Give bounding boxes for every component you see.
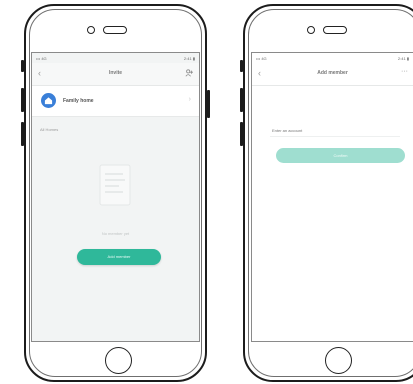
front-camera: [307, 26, 315, 34]
home-button: [105, 347, 132, 374]
chevron-right-icon: ›: [188, 96, 191, 103]
empty-document-icon: [99, 164, 131, 206]
page-title: Add member: [317, 70, 348, 76]
mute-switch: [21, 60, 24, 72]
canvas: ••• 4G 2:41 ▮ ‹ Invite Family home › All…: [0, 0, 413, 384]
nav-bar: ‹ Invite: [32, 63, 199, 86]
account-input[interactable]: [270, 125, 400, 137]
status-bar: ••• 4G 2:41 ▮: [252, 53, 413, 63]
add-member-button[interactable]: Add member: [77, 249, 161, 265]
carrier-signal: ••• 4G: [256, 56, 267, 61]
more-icon[interactable]: ···: [401, 68, 408, 75]
home-button: [325, 347, 352, 374]
battery-indicator: 2:41 ▮: [397, 56, 409, 61]
earpiece-speaker: [103, 26, 127, 34]
volume-up-button: [21, 88, 24, 112]
section-label: All Homes: [40, 127, 59, 132]
mute-switch: [240, 60, 243, 72]
screen-add-member: ••• 4G 2:41 ▮ ‹ Add member ··· Confirm: [251, 52, 413, 342]
home-icon: [44, 97, 53, 105]
home-list-item[interactable]: Family home ›: [32, 86, 199, 117]
power-button: [207, 90, 210, 118]
page-title: Invite: [108, 70, 123, 76]
screen-members: ••• 4G 2:41 ▮ ‹ Invite Family home › All…: [31, 52, 200, 342]
volume-down-button: [240, 122, 243, 146]
avatar: [41, 93, 56, 108]
front-camera: [87, 26, 95, 34]
battery-indicator: 2:41 ▮: [183, 56, 195, 61]
carrier-signal: ••• 4G: [36, 56, 47, 61]
nav-bar: ‹ Add member ···: [252, 63, 413, 86]
empty-state-text: No member yet: [101, 231, 130, 236]
earpiece-speaker: [323, 26, 347, 34]
person-add-icon[interactable]: [185, 69, 193, 77]
status-bar: ••• 4G 2:41 ▮: [32, 53, 199, 63]
confirm-button[interactable]: Confirm: [276, 148, 405, 163]
volume-down-button: [21, 122, 24, 146]
home-name: Family home: [63, 98, 94, 104]
volume-up-button: [240, 88, 243, 112]
